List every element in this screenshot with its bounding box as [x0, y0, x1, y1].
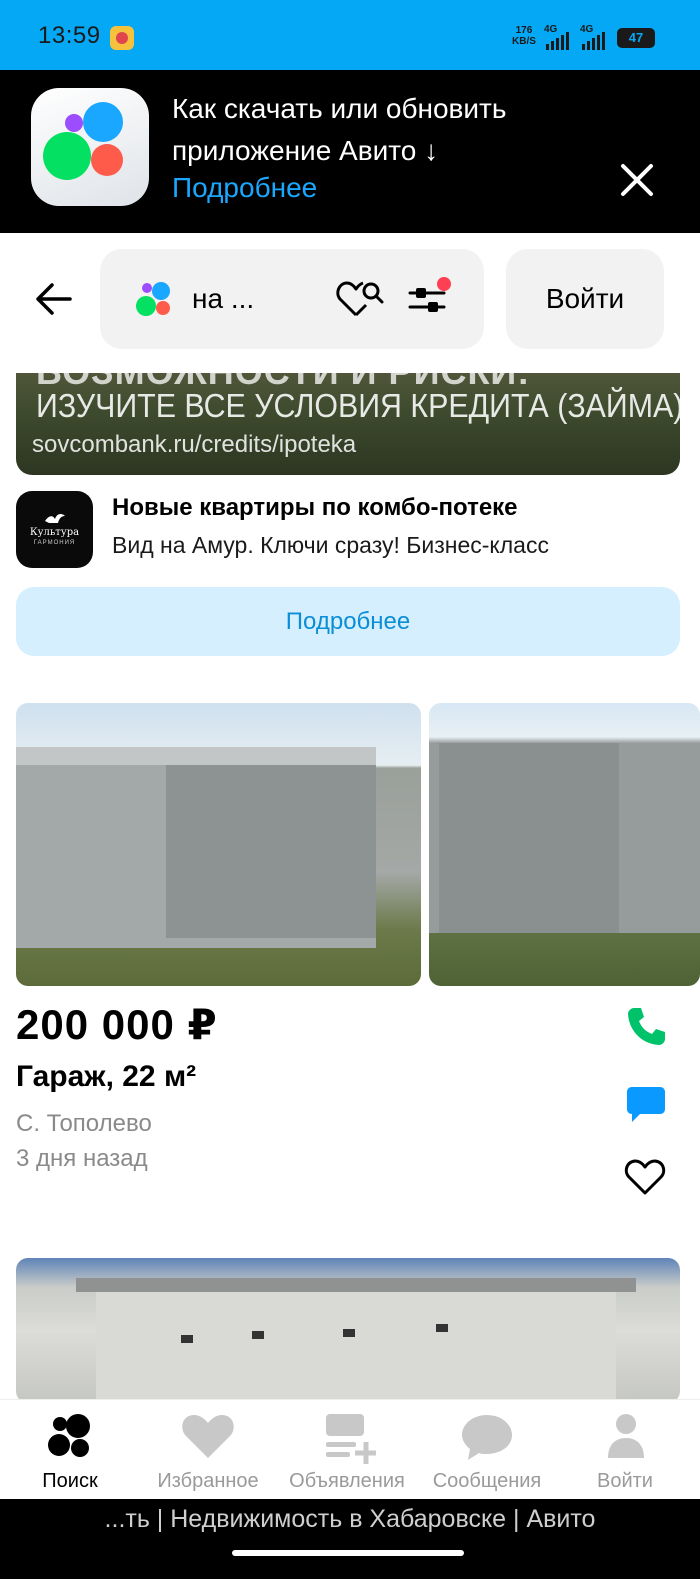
nav-label-favorites: Избранное [157, 1470, 259, 1492]
search-dots-icon [48, 1414, 90, 1457]
battery-level: 47 [628, 30, 644, 45]
listing-title[interactable]: Гараж, 22 м² [16, 1060, 196, 1094]
ad-banner-image[interactable]: ВОЗМОЖНОСТИ И РИСКИ: ИЗУЧИТЕ ВСЕ УСЛОВИЯ… [16, 373, 680, 475]
sliders-icon[interactable] [406, 277, 452, 319]
nav-label-listings: Объявления [289, 1470, 405, 1492]
chat-bubble-icon [462, 1415, 512, 1460]
listing-price: 200 000 ₽ [16, 1001, 218, 1048]
listing-photo[interactable] [429, 703, 700, 986]
nav-label-search: Поиск [42, 1470, 98, 1492]
status-time: 13:59 [38, 22, 101, 49]
banner-more-link[interactable]: Подробнее [172, 172, 317, 204]
ad-logo-text: Культура [29, 527, 80, 538]
battery-icon: 47 [617, 28, 655, 48]
page-title-bar: ...ть | Недвижимость в Хабаровске | Авит… [0, 1499, 700, 1579]
signal-label-sim2: 4G [580, 24, 594, 35]
network-speed-unit: KB/S [512, 36, 536, 47]
signal-label-sim1: 4G [544, 24, 558, 35]
network-speed: 176 KB/S [512, 25, 536, 47]
ad-logo-subtext: ГАРМОНИЯ [33, 540, 76, 546]
nav-item-login[interactable]: Войти [580, 1400, 670, 1500]
signal-icon-sim1: 4G [544, 24, 576, 50]
signal-icon-sim2: 4G [580, 24, 612, 50]
app-update-banner[interactable]: Как скачать или обновить приложение Авит… [0, 70, 700, 233]
nav-item-listings[interactable]: Объявления [286, 1400, 408, 1500]
add-listing-icon [326, 1414, 376, 1464]
listing-date: 3 дня назад [16, 1145, 148, 1172]
search-header: на ... Войти [0, 233, 700, 365]
ad-advertiser-logo[interactable]: Культура ГАРМОНИЯ [16, 491, 93, 568]
login-button[interactable]: Войти [506, 249, 664, 349]
gesture-handle[interactable] [232, 1550, 464, 1556]
nav-label-messages: Сообщения [432, 1470, 542, 1492]
bird-icon [45, 514, 65, 523]
banner-title: Как скачать или обновить приложение Авит… [172, 93, 507, 166]
chat-icon[interactable] [626, 1085, 666, 1123]
listing-location: С. Тополево [16, 1110, 152, 1137]
avito-logo-icon [136, 282, 170, 316]
status-bar: 13:59 176 KB/S 4G 4G 47 [0, 0, 700, 70]
avito-app-logo-icon [31, 88, 149, 206]
ad-subtitle: Вид на Амур. Ключи сразу! Бизнес-класс [112, 532, 549, 558]
bottom-navigation: Поиск Избранное Объявления Сообщения Вой… [0, 1399, 700, 1499]
nav-item-favorites[interactable]: Избранное [148, 1400, 268, 1500]
listing-photo[interactable] [16, 1258, 680, 1403]
nav-item-search[interactable]: Поиск [12, 1400, 128, 1500]
ad-more-button[interactable]: Подробнее [16, 587, 680, 656]
heart-search-icon[interactable] [336, 279, 386, 319]
heart-icon[interactable] [624, 1158, 666, 1196]
listing-photo[interactable] [16, 703, 421, 986]
arrow-left-icon[interactable] [34, 281, 74, 317]
network-speed-value: 176 [515, 25, 533, 36]
nav-item-messages[interactable]: Сообщения [428, 1400, 546, 1500]
nav-label-login: Войти [597, 1470, 653, 1492]
search-input[interactable]: на ... [100, 249, 484, 349]
search-query: на ... [192, 283, 255, 314]
notification-app-icon [110, 26, 134, 50]
ad-image-text-main: ИЗУЧИТЕ ВСЕ УСЛОВИЯ КРЕДИТА (ЗАЙМА): [36, 387, 680, 424]
heart-icon [182, 1415, 234, 1458]
page-title: ...ть | Недвижимость в Хабаровске | Авит… [104, 1505, 596, 1533]
profile-icon [608, 1414, 644, 1458]
phone-icon[interactable] [624, 1004, 668, 1048]
close-icon[interactable] [617, 160, 657, 200]
ad-title[interactable]: Новые квартиры по комбо-потеке [112, 494, 518, 522]
ad-image-text-url: sovcombank.ru/credits/ipoteka [32, 431, 357, 458]
